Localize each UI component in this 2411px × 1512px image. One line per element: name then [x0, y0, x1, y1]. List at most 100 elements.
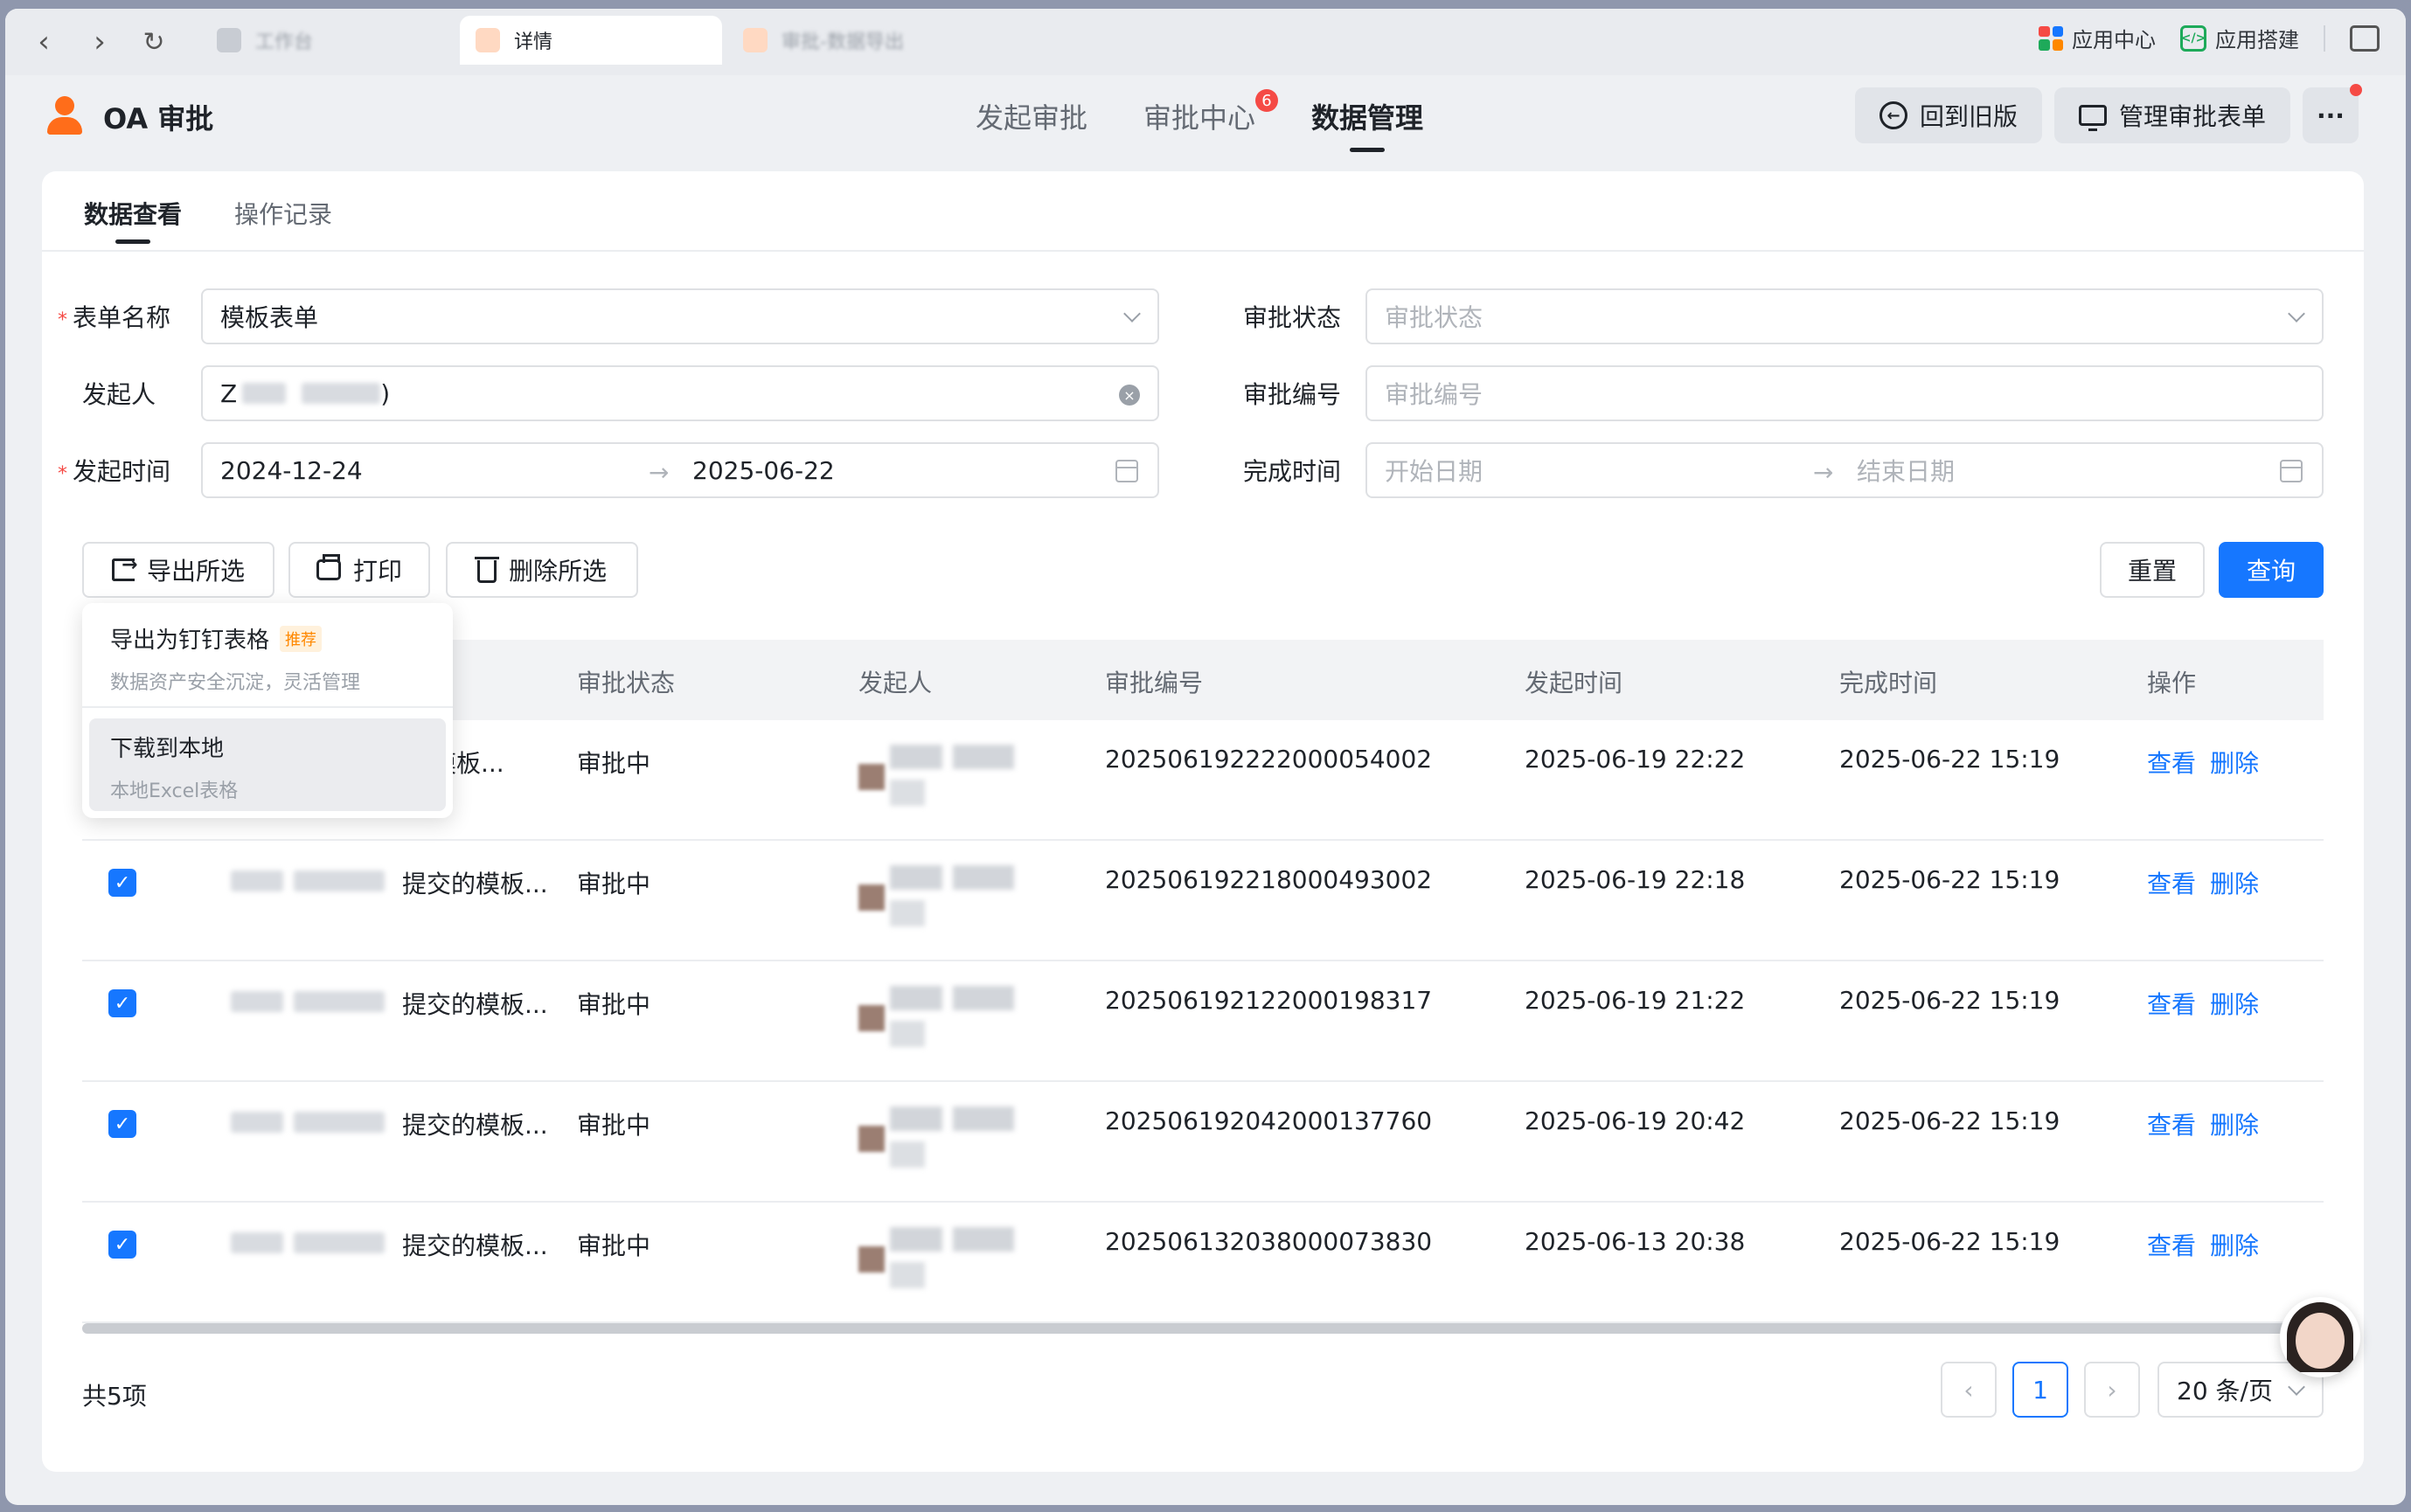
- app-title: OA 审批: [103, 102, 214, 135]
- view-link[interactable]: 查看: [2147, 745, 2196, 780]
- start-from-date[interactable]: 2024-12-24: [220, 456, 363, 485]
- nav-start-approval[interactable]: 发起审批: [976, 96, 1087, 152]
- oa-person-icon: [743, 28, 768, 52]
- view-link[interactable]: 查看: [2147, 986, 2196, 1021]
- app-grid-icon: [2039, 25, 2063, 51]
- refresh-icon[interactable]: ↻: [136, 24, 171, 59]
- print-button[interactable]: 打印: [288, 542, 430, 598]
- form-name-label: * 表单名称: [58, 303, 171, 332]
- sub-tabs: 数据查看 操作记录: [42, 171, 2364, 252]
- row-checkbox[interactable]: ✓: [108, 1231, 136, 1259]
- next-page-button[interactable]: ›: [2084, 1362, 2140, 1418]
- reset-button[interactable]: 重置: [2100, 542, 2205, 598]
- row-start-time: 2025-06-19 22:18: [1525, 865, 1746, 894]
- finish-from-date[interactable]: 开始日期: [1385, 453, 1483, 488]
- finish-time-label: 完成时间: [1243, 457, 1342, 486]
- status-select[interactable]: 审批状态: [1365, 288, 2324, 344]
- back-arrow-icon[interactable]: ‹: [26, 24, 61, 59]
- query-button[interactable]: 查询: [2219, 542, 2324, 598]
- row-status: 审批中: [577, 1111, 651, 1140]
- manage-forms-button[interactable]: 管理审批表单: [2054, 87, 2291, 143]
- clear-icon[interactable]: ×: [1119, 385, 1140, 406]
- calendar-icon: [2280, 460, 2303, 482]
- redacted-text: [294, 870, 385, 891]
- table-row: ✓ 提交的模板... 审批中 202506192122000198317 202…: [82, 961, 2324, 1082]
- forward-arrow-icon[interactable]: ›: [82, 24, 117, 59]
- column-actions: 操作: [2147, 669, 2197, 697]
- view-link[interactable]: 查看: [2147, 1106, 2196, 1141]
- form-name-select[interactable]: 模板表单: [201, 288, 1159, 344]
- column-initiator: 发起人: [858, 669, 933, 697]
- column-finish-time: 完成时间: [1839, 669, 1938, 697]
- table-row: ✓ 提交的模板... 审批中 202506192218000493002 202…: [82, 841, 2324, 961]
- export-icon: [111, 554, 137, 581]
- row-start-time: 2025-06-19 21:22: [1525, 986, 1746, 1015]
- nav-approval-center[interactable]: 审批中心 6: [1143, 89, 1279, 152]
- row-checkbox[interactable]: ✓: [108, 989, 136, 1017]
- delete-link[interactable]: 删除: [2210, 1227, 2259, 1262]
- range-arrow-icon: →: [649, 458, 670, 487]
- browser-tab-workbench[interactable]: 工作台: [201, 16, 455, 65]
- browser-window: ‹ › ↻ 工作台 详情 审批-数据导出 应用中心 </> 应用搭建 OA 审批…: [5, 9, 2406, 1505]
- row-finish-time: 2025-06-22 15:19: [1839, 865, 2060, 894]
- approval-number-input[interactable]: 审批编号: [1365, 365, 2324, 421]
- horizontal-scrollbar[interactable]: [82, 1323, 2320, 1334]
- row-checkbox[interactable]: ✓: [108, 1110, 136, 1138]
- app-logo[interactable]: OA 审批: [45, 96, 213, 138]
- initiator-avatar: [858, 1227, 1016, 1294]
- finish-time-range[interactable]: 开始日期 → 结束日期: [1365, 442, 2324, 498]
- more-dots-icon: ···: [2317, 101, 2345, 130]
- main-nav: 发起审批 审批中心 6 数据管理: [976, 89, 1423, 152]
- start-time-range[interactable]: 2024-12-24 → 2025-06-22: [201, 442, 1159, 498]
- tab-operation-log[interactable]: 操作记录: [234, 196, 332, 231]
- data-card: 数据查看 操作记录 * 表单名称 模板表单 审批状态 审批状态 发起人 Z ) ×…: [42, 171, 2364, 1472]
- row-finish-time: 2025-06-22 15:19: [1839, 745, 2060, 773]
- app-build-button[interactable]: </> 应用搭建: [2180, 23, 2299, 53]
- start-to-date[interactable]: 2025-06-22: [692, 456, 835, 485]
- row-start-time: 2025-06-13 20:38: [1525, 1227, 1746, 1256]
- redacted-text: [302, 383, 381, 404]
- browser-chrome: ‹ › ↻ 工作台 详情 审批-数据导出 应用中心 </> 应用搭建: [5, 9, 2406, 75]
- monitor-icon: [2079, 105, 2107, 131]
- download-local-option[interactable]: 下载到本地 本地Excel表格: [89, 718, 446, 811]
- delete-link[interactable]: 删除: [2210, 986, 2259, 1021]
- chevron-down-icon: [2288, 305, 2305, 323]
- row-finish-time: 2025-06-22 15:19: [1839, 1106, 2060, 1135]
- nav-data-management[interactable]: 数据管理: [1311, 96, 1423, 152]
- more-button[interactable]: ···: [2303, 84, 2362, 143]
- chevron-down-icon: [2288, 1378, 2305, 1396]
- start-time-label: * 发起时间: [58, 457, 171, 486]
- delete-link[interactable]: 删除: [2210, 1106, 2259, 1141]
- assistant-avatar-button[interactable]: [2280, 1297, 2360, 1377]
- view-link[interactable]: 查看: [2147, 1227, 2196, 1262]
- browser-tab-detail[interactable]: 详情: [460, 16, 722, 65]
- back-to-old-version-button[interactable]: ← 回到旧版: [1855, 87, 2043, 143]
- initiator-label: 发起人: [82, 380, 156, 409]
- oa-person-icon: [476, 28, 500, 52]
- finish-to-date[interactable]: 结束日期: [1857, 453, 1955, 488]
- menu-divider: [82, 706, 453, 708]
- prev-page-button[interactable]: ‹: [1941, 1362, 1997, 1418]
- redacted-text: [231, 991, 283, 1012]
- browser-tab-export[interactable]: 审批-数据导出: [727, 16, 990, 65]
- redacted-text: [242, 383, 287, 404]
- row-title: 提交的模板...: [402, 990, 548, 1019]
- row-checkbox[interactable]: ✓: [108, 869, 136, 897]
- status-label: 审批状态: [1243, 303, 1342, 332]
- delete-selected-button[interactable]: 删除所选: [446, 542, 638, 598]
- app-center-button[interactable]: 应用中心: [2039, 23, 2156, 53]
- delete-link[interactable]: 删除: [2210, 865, 2259, 900]
- export-selected-button[interactable]: 导出所选: [82, 542, 274, 598]
- total-count: 共5项: [82, 1382, 147, 1411]
- export-dingtalk-option[interactable]: 导出为钉钉表格 推荐 数据资产安全沉淀，灵活管理: [89, 622, 446, 695]
- initiator-select[interactable]: Z ) ×: [201, 365, 1159, 421]
- view-link[interactable]: 查看: [2147, 865, 2196, 900]
- initiator-avatar: [858, 1106, 1016, 1173]
- open-external-icon[interactable]: [2350, 24, 2380, 52]
- printer-icon: [316, 554, 341, 580]
- page-1-button[interactable]: 1: [2012, 1362, 2068, 1418]
- tab-data-view[interactable]: 数据查看: [84, 196, 182, 244]
- delete-link[interactable]: 删除: [2210, 745, 2259, 780]
- recommended-tag: 推荐: [280, 625, 323, 652]
- row-start-time: 2025-06-19 22:22: [1525, 745, 1746, 773]
